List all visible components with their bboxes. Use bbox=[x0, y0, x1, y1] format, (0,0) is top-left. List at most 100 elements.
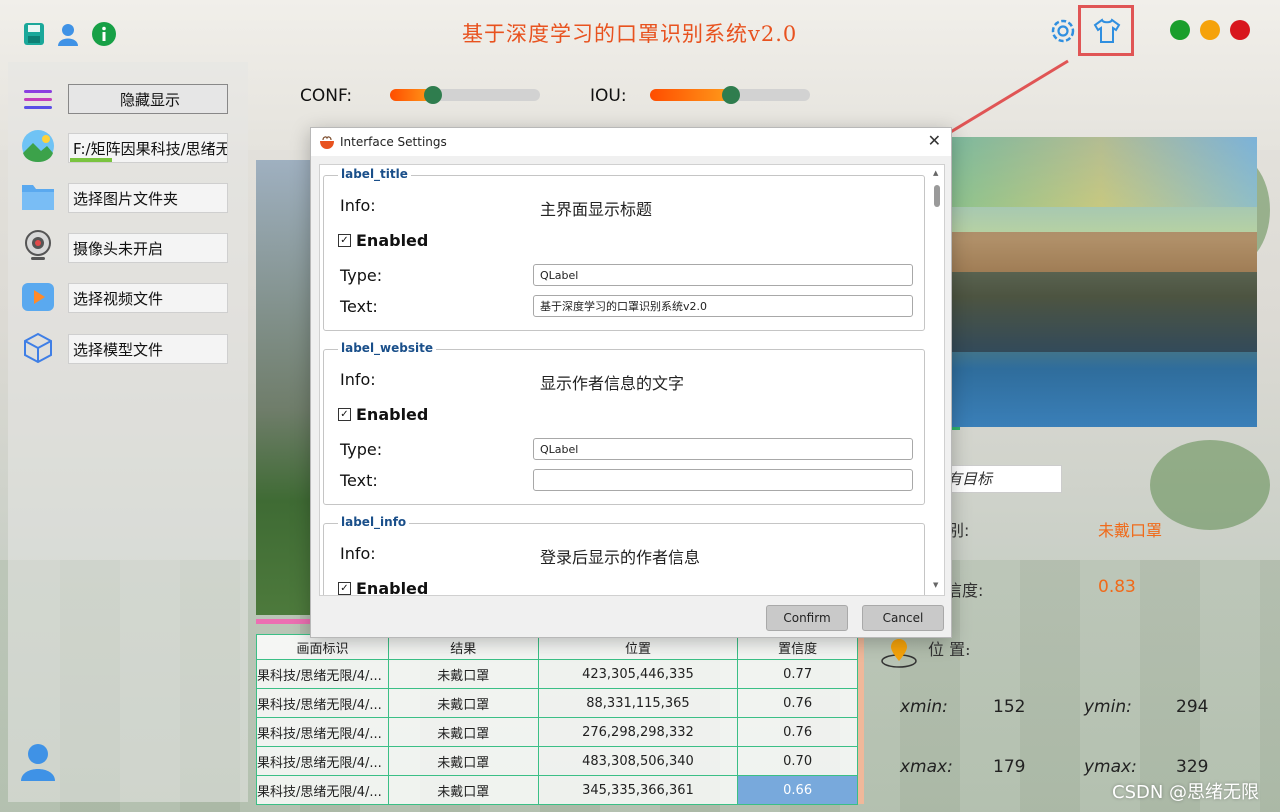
table-cell: 未戴口罩 bbox=[387, 659, 539, 689]
select-model-button[interactable]: 选择模型文件 bbox=[68, 334, 228, 364]
settings-scroll-area[interactable]: label_title Info: 主界面显示标题 ✓ Enabled Type… bbox=[319, 164, 945, 596]
text-label: Text: bbox=[340, 471, 378, 490]
group-title: label_info bbox=[338, 515, 410, 529]
table-cell: 果科技/思绪无限/4/... bbox=[256, 775, 389, 805]
enabled-checkbox[interactable]: ✓ Enabled bbox=[338, 231, 428, 250]
column-header[interactable]: 结果 bbox=[387, 634, 539, 660]
select-video-button[interactable]: 选择视频文件 bbox=[68, 283, 228, 313]
conf-slider-handle[interactable] bbox=[424, 86, 442, 104]
text-field[interactable]: 基于深度学习的口罩识别系统v2.0 bbox=[533, 295, 913, 317]
table-cell: 果科技/思绪无限/4/... bbox=[256, 746, 389, 776]
table-cell: 483,308,506,340 bbox=[537, 746, 739, 776]
enabled-label: Enabled bbox=[356, 579, 429, 596]
table-cell: 0.77 bbox=[737, 659, 858, 689]
group-title: label_title bbox=[338, 167, 411, 181]
group-label-title: label_title Info: 主界面显示标题 ✓ Enabled Type… bbox=[323, 167, 925, 331]
user-icon[interactable] bbox=[54, 20, 82, 48]
shirt-icon bbox=[1093, 18, 1121, 43]
info-label: Info: bbox=[340, 370, 376, 389]
folder-icon[interactable] bbox=[20, 178, 56, 214]
settings-scrollbar[interactable]: ▲ ▼ bbox=[932, 167, 942, 591]
app-title: 基于深度学习的口罩识别系统v2.0 bbox=[462, 22, 798, 46]
video-icon[interactable] bbox=[20, 279, 56, 315]
maximize-light-button[interactable] bbox=[1170, 20, 1190, 40]
enabled-checkbox[interactable]: ✓ Enabled bbox=[338, 579, 429, 596]
table-row[interactable]: 果科技/思绪无限/4/... 未戴口罩 483,308,506,340 0.70 bbox=[256, 746, 858, 776]
cancel-button[interactable]: Cancel bbox=[862, 605, 944, 631]
dialog-title: Interface Settings bbox=[340, 135, 447, 149]
checkbox-checked-icon[interactable]: ✓ bbox=[338, 408, 351, 421]
iou-slider-handle[interactable] bbox=[722, 86, 740, 104]
table-header-row: 画面标识 结果 位置 置信度 bbox=[256, 634, 858, 660]
confidence-value: 0.83 bbox=[1098, 577, 1136, 597]
table-row[interactable]: 果科技/思绪无限/4/... 未戴口罩 423,305,446,335 0.77 bbox=[256, 659, 858, 689]
dialog-titlebar[interactable]: Interface Settings ✕ bbox=[311, 128, 951, 156]
iou-slider[interactable] bbox=[650, 86, 810, 104]
column-header[interactable]: 位置 bbox=[537, 634, 739, 660]
conf-slider[interactable] bbox=[390, 86, 540, 104]
confirm-button[interactable]: Confirm bbox=[766, 605, 848, 631]
xmin-value: 152 bbox=[993, 697, 1026, 717]
select-image-folder-button[interactable]: 选择图片文件夹 bbox=[68, 183, 228, 213]
position-label: 位 置: bbox=[928, 640, 971, 659]
scroll-up-icon[interactable]: ▲ bbox=[933, 169, 938, 177]
enabled-checkbox[interactable]: ✓ Enabled bbox=[338, 405, 428, 424]
toggle-display-button[interactable]: 隐藏显示 bbox=[68, 84, 228, 114]
info-label: Info: bbox=[340, 196, 376, 215]
ymin-value: 294 bbox=[1176, 697, 1209, 717]
table-row[interactable]: 果科技/思绪无限/4/... 未戴口罩 88,331,115,365 0.76 bbox=[256, 688, 858, 718]
progress-bar bbox=[256, 619, 316, 624]
load-progress bbox=[70, 158, 112, 162]
type-field[interactable]: QLabel bbox=[533, 264, 913, 286]
table-cell: 276,298,298,332 bbox=[537, 717, 739, 747]
watermark: CSDN @思绪无限 bbox=[1112, 782, 1260, 803]
group-label-info: label_info Info: 登录后显示的作者信息 ✓ Enabled bbox=[323, 515, 925, 596]
theme-shirt-button[interactable] bbox=[1078, 5, 1134, 56]
model-icon[interactable] bbox=[20, 330, 56, 366]
table-cell: 未戴口罩 bbox=[387, 746, 539, 776]
ymax-label: ymax: bbox=[1084, 757, 1137, 777]
dialog-close-icon[interactable]: ✕ bbox=[928, 131, 941, 150]
text-field[interactable] bbox=[533, 469, 913, 491]
account-icon[interactable] bbox=[20, 744, 56, 781]
save-icon[interactable] bbox=[20, 20, 48, 48]
table-row[interactable]: 果科技/思绪无限/4/... 未戴口罩 276,298,298,332 0.76 bbox=[256, 717, 858, 747]
camera-icon[interactable] bbox=[20, 228, 56, 264]
results-table: 画面标识 结果 位置 置信度 果科技/思绪无限/4/... 未戴口罩 423,3… bbox=[256, 634, 858, 805]
target-select[interactable]: 有目标 bbox=[940, 465, 1062, 493]
info-icon[interactable] bbox=[90, 20, 118, 48]
checkbox-checked-icon[interactable]: ✓ bbox=[338, 582, 351, 595]
table-cell: 88,331,115,365 bbox=[537, 688, 739, 718]
scrollbar-thumb[interactable] bbox=[934, 185, 940, 207]
minimize-light-button[interactable] bbox=[1200, 20, 1220, 40]
video-frame bbox=[256, 160, 316, 615]
checkbox-checked-icon[interactable]: ✓ bbox=[338, 234, 351, 247]
settings-gear-icon[interactable] bbox=[1048, 16, 1078, 46]
app-bowl-icon bbox=[319, 134, 335, 150]
enabled-label: Enabled bbox=[356, 405, 429, 424]
group-label-website: label_website Info: 显示作者信息的文字 ✓ Enabled … bbox=[323, 341, 925, 505]
table-cell: 345,335,366,361 bbox=[537, 775, 739, 805]
type-field[interactable]: QLabel bbox=[533, 438, 913, 460]
sidebar bbox=[8, 62, 248, 802]
column-header[interactable]: 画面标识 bbox=[256, 634, 389, 660]
scroll-down-icon[interactable]: ▼ bbox=[933, 581, 938, 589]
table-cell: 未戴口罩 bbox=[387, 717, 539, 747]
column-header[interactable]: 置信度 bbox=[737, 634, 858, 660]
table-scrollbar[interactable] bbox=[858, 634, 864, 804]
detection-preview-image bbox=[945, 137, 1257, 427]
close-light-button[interactable] bbox=[1230, 20, 1250, 40]
menu-icon[interactable] bbox=[20, 82, 56, 118]
ymin-label: ymin: bbox=[1084, 697, 1132, 717]
enabled-label: Enabled bbox=[356, 231, 429, 250]
xmax-value: 179 bbox=[993, 757, 1026, 777]
background-plant bbox=[1150, 440, 1270, 530]
ymax-value: 329 bbox=[1176, 757, 1209, 777]
table-row[interactable]: 果科技/思绪无限/4/... 未戴口罩 345,335,366,361 0.66 bbox=[256, 775, 858, 805]
table-cell: 0.66 bbox=[737, 775, 858, 805]
camera-status-button[interactable]: 摄像头未开启 bbox=[68, 233, 228, 263]
info-text: 显示作者信息的文字 bbox=[540, 374, 685, 393]
table-cell: 未戴口罩 bbox=[387, 688, 539, 718]
table-cell: 423,305,446,335 bbox=[537, 659, 739, 689]
image-icon[interactable] bbox=[20, 128, 56, 164]
